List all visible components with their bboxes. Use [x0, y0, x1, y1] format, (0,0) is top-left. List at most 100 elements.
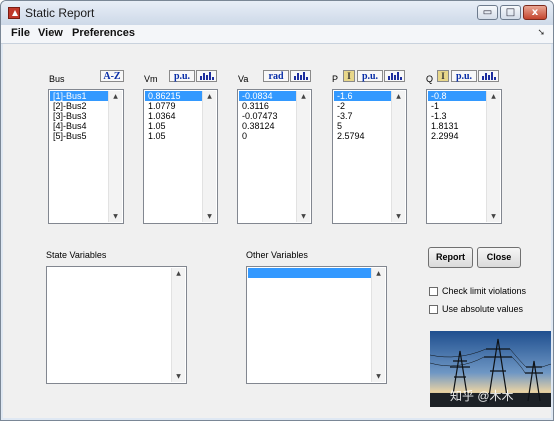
bus-list: [1]-Bus1 [2]-Bus2 [3]-Bus3 [4]-Bus4 [5]-… — [50, 91, 109, 141]
list-item[interactable]: 0.86215 — [145, 91, 203, 101]
q-listbox[interactable]: -0.8 -1 -1.3 1.8131 2.2994 ▲ ▼ — [426, 89, 502, 224]
check-limit-violations-label[interactable]: Check limit violations — [442, 286, 526, 296]
scroll-up-icon[interactable]: ▲ — [203, 93, 216, 100]
scroll-down-icon[interactable]: ▼ — [297, 213, 310, 220]
list-item[interactable]: -0.07473 — [239, 111, 297, 121]
scrollbar[interactable]: ▲ ▼ — [371, 268, 385, 382]
q-plot-button[interactable] — [478, 70, 499, 82]
scrollbar[interactable]: ▲ ▼ — [171, 268, 185, 382]
window-title: Static Report — [25, 6, 95, 20]
q-list: -0.8 -1 -1.3 1.8131 2.2994 — [428, 91, 487, 141]
va-unit-button[interactable]: rad — [263, 70, 289, 82]
va-plot-button[interactable] — [290, 70, 311, 82]
matlab-app-icon — [8, 7, 20, 19]
scroll-down-icon[interactable]: ▼ — [172, 373, 185, 380]
list-item[interactable]: -1.6 — [334, 91, 392, 101]
check-limit-violations-checkbox[interactable] — [429, 287, 438, 296]
other-variables-list — [248, 268, 372, 278]
list-item[interactable]: -0.0834 — [239, 91, 297, 101]
menu-file[interactable]: File — [11, 27, 30, 39]
list-item[interactable]: 5 — [334, 121, 392, 131]
list-item[interactable]: 0.38124 — [239, 121, 297, 131]
list-item[interactable]: [2]-Bus2 — [50, 101, 109, 111]
close-icon: x — [531, 7, 539, 18]
static-report-window: Static Report ▭ □ x File View Preference… — [0, 0, 554, 421]
va-listbox[interactable]: -0.0834 0.3116 -0.07473 0.38124 0 ▲ ▼ — [237, 89, 312, 224]
scrollbar[interactable]: ▲ ▼ — [391, 91, 405, 222]
q-column-label: Q — [426, 74, 434, 84]
use-absolute-values-checkbox[interactable] — [429, 305, 438, 314]
scrollbar[interactable]: ▲ ▼ — [108, 91, 122, 222]
bus-column-label: Bus — [49, 74, 65, 84]
list-item[interactable]: [4]-Bus4 — [50, 121, 109, 131]
p-list: -1.6 -2 -3.7 5 2.5794 — [334, 91, 392, 141]
scroll-up-icon[interactable]: ▲ — [109, 93, 122, 100]
other-variables-listbox[interactable]: ▲ ▼ — [246, 266, 387, 384]
close-window-button[interactable]: x — [523, 5, 547, 20]
list-item[interactable]: 1.05 — [145, 131, 203, 141]
scrollbar[interactable]: ▲ ▼ — [202, 91, 216, 222]
scroll-down-icon[interactable]: ▼ — [372, 373, 385, 380]
power-lines-image: 知乎 @木木 — [430, 331, 551, 407]
list-item[interactable]: 1.0364 — [145, 111, 203, 121]
q-unit-button[interactable]: p.u. — [451, 70, 477, 82]
scroll-up-icon[interactable]: ▲ — [392, 93, 405, 100]
list-item[interactable]: -3.7 — [334, 111, 392, 121]
close-button[interactable]: Close — [477, 247, 521, 268]
maximize-icon: □ — [505, 7, 516, 18]
list-item[interactable]: 1.8131 — [428, 121, 487, 131]
use-absolute-values-label[interactable]: Use absolute values — [442, 304, 523, 314]
vm-listbox[interactable]: 0.86215 1.0779 1.0364 1.05 1.05 ▲ ▼ — [143, 89, 218, 224]
minimize-button[interactable]: ▭ — [477, 5, 498, 20]
sort-az-button[interactable]: A-Z — [100, 70, 124, 82]
list-item[interactable]: -2 — [334, 101, 392, 111]
watermark-text: 知乎 @木木 — [450, 389, 514, 403]
other-variables-label: Other Variables — [246, 250, 308, 260]
vm-unit-button[interactable]: p.u. — [169, 70, 195, 82]
report-button[interactable]: Report — [428, 247, 473, 268]
p-plot-button[interactable] — [384, 70, 405, 82]
list-item[interactable]: -1 — [428, 101, 487, 111]
list-item[interactable] — [248, 268, 372, 278]
list-item[interactable]: 1.0779 — [145, 101, 203, 111]
scroll-down-icon[interactable]: ▼ — [487, 213, 500, 220]
q-toggle-button[interactable]: I — [437, 70, 449, 82]
vm-column-label: Vm — [144, 74, 158, 84]
va-list: -0.0834 0.3116 -0.07473 0.38124 0 — [239, 91, 297, 141]
menu-bar: File View Preferences ➘ — [1, 25, 553, 44]
vm-list: 0.86215 1.0779 1.0364 1.05 1.05 — [145, 91, 203, 141]
state-variables-label: State Variables — [46, 250, 107, 260]
list-item[interactable]: -1.3 — [428, 111, 487, 121]
title-bar[interactable]: Static Report ▭ □ x — [1, 1, 553, 25]
bus-listbox[interactable]: [1]-Bus1 [2]-Bus2 [3]-Bus3 [4]-Bus4 [5]-… — [48, 89, 124, 224]
dock-arrow-icon[interactable]: ➘ — [537, 28, 545, 38]
state-variables-listbox[interactable]: ▲ ▼ — [46, 266, 187, 384]
minimize-icon: ▭ — [482, 7, 493, 18]
p-listbox[interactable]: -1.6 -2 -3.7 5 2.5794 ▲ ▼ — [332, 89, 407, 224]
maximize-button[interactable]: □ — [500, 5, 521, 20]
scroll-up-icon[interactable]: ▲ — [372, 270, 385, 277]
va-column-label: Va — [238, 74, 249, 84]
scrollbar[interactable]: ▲ ▼ — [486, 91, 500, 222]
list-item[interactable]: 0.3116 — [239, 101, 297, 111]
scrollbar[interactable]: ▲ ▼ — [296, 91, 310, 222]
list-item[interactable]: -0.8 — [428, 91, 487, 101]
scroll-down-icon[interactable]: ▼ — [203, 213, 216, 220]
list-item[interactable]: [1]-Bus1 — [50, 91, 109, 101]
list-item[interactable]: [3]-Bus3 — [50, 111, 109, 121]
list-item[interactable]: 1.05 — [145, 121, 203, 131]
scroll-down-icon[interactable]: ▼ — [392, 213, 405, 220]
list-item[interactable]: 2.5794 — [334, 131, 392, 141]
list-item[interactable]: [5]-Bus5 — [50, 131, 109, 141]
list-item[interactable]: 2.2994 — [428, 131, 487, 141]
p-unit-button[interactable]: p.u. — [357, 70, 383, 82]
scroll-up-icon[interactable]: ▲ — [297, 93, 310, 100]
menu-view[interactable]: View — [38, 27, 63, 39]
scroll-up-icon[interactable]: ▲ — [487, 93, 500, 100]
vm-plot-button[interactable] — [196, 70, 217, 82]
p-toggle-button[interactable]: I — [343, 70, 355, 82]
menu-preferences[interactable]: Preferences — [72, 27, 135, 39]
scroll-up-icon[interactable]: ▲ — [172, 270, 185, 277]
scroll-down-icon[interactable]: ▼ — [109, 213, 122, 220]
list-item[interactable]: 0 — [239, 131, 297, 141]
